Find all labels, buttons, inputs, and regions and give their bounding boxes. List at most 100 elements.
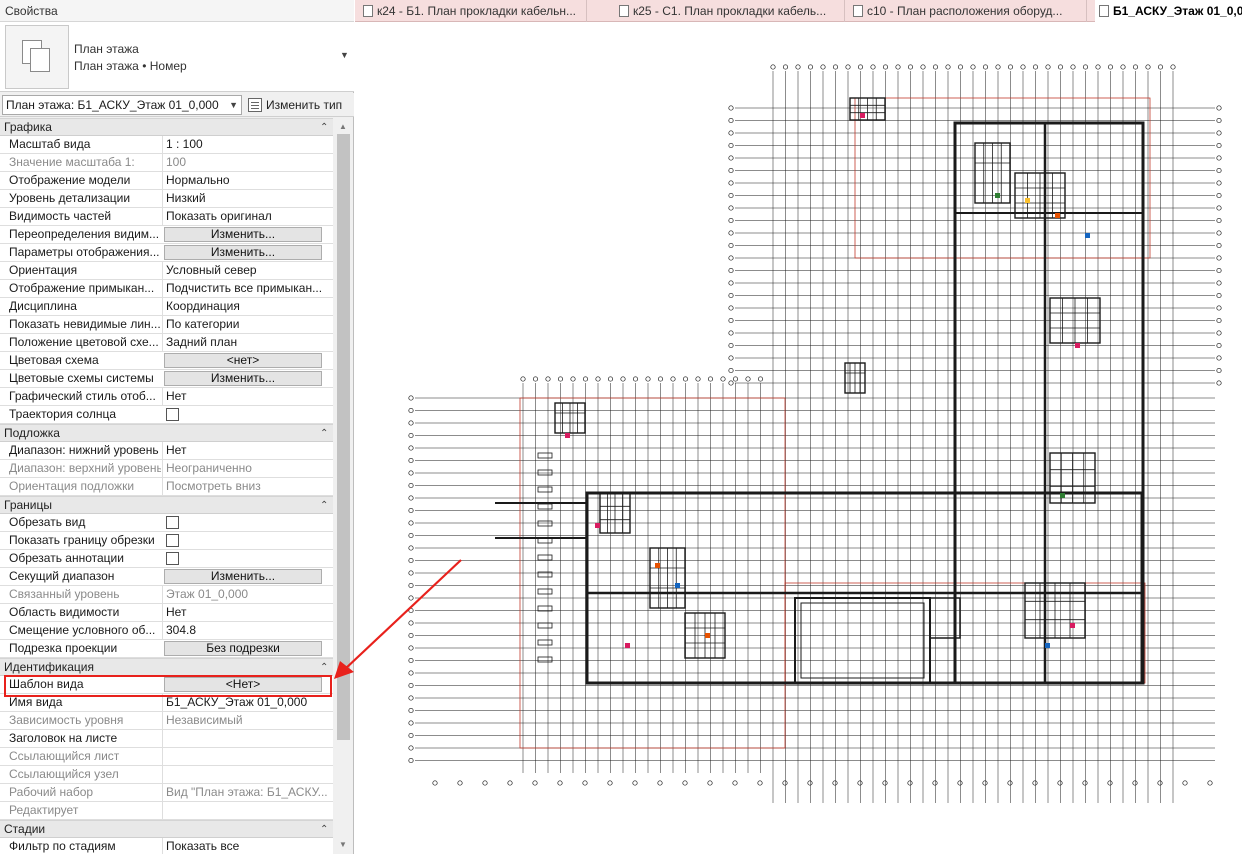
collapse-chevron-icon[interactable]: ⌃ (320, 425, 328, 442)
row-underlay-bottom[interactable]: Диапазон: нижний уровень Нет (0, 442, 333, 460)
prop-value[interactable]: По категории (162, 316, 333, 333)
prop-value[interactable]: Показать оригинал (162, 208, 333, 225)
row-title-on-sheet[interactable]: Заголовок на листе (0, 730, 333, 748)
prop-value[interactable]: 304.8 (162, 622, 333, 639)
row-edited-by: Редактирует (0, 802, 333, 820)
prop-label: Фильтр по стадиям (9, 839, 116, 853)
row-crop-region-visible: Показать границу обрезки (0, 532, 333, 550)
edit-system-color-schemes-button[interactable]: Изменить... (164, 371, 322, 386)
prop-label: Ссылающийся лист (9, 749, 120, 763)
floor-plan-drawing[interactable] (355, 23, 1242, 854)
prop-value: Вид "План этажа: Б1_АСКУ... (162, 784, 333, 801)
row-orientation[interactable]: Ориентация Условный север (0, 262, 333, 280)
scroll-up-icon[interactable]: ▲ (339, 122, 347, 131)
prop-value[interactable]: Показать все (162, 838, 333, 854)
prop-value[interactable]: 1 : 100 (162, 136, 333, 153)
row-scope-box[interactable]: Область видимости Нет (0, 604, 333, 622)
annotation-crop-checkbox[interactable] (166, 552, 179, 565)
collapse-chevron-icon[interactable]: ⌃ (320, 119, 328, 136)
row-scale[interactable]: Масштаб вида 1 : 100 (0, 136, 333, 154)
row-annotation-crop: Обрезать аннотации (0, 550, 333, 568)
tab-c10[interactable]: с10 - План расположения оборуд... (849, 0, 1087, 22)
prop-label: Цветовые схемы системы (9, 371, 154, 385)
color-scheme-button[interactable]: <нет> (164, 353, 322, 368)
crop-view-checkbox[interactable] (166, 516, 179, 529)
group-phasing[interactable]: Стадии ⌃ (0, 820, 333, 838)
row-graphic-style[interactable]: Графический стиль отоб... Нет (0, 388, 333, 406)
floor-plan-icon (1099, 5, 1109, 17)
row-sun-path: Траектория солнца (0, 406, 333, 424)
prop-value: Независимый (162, 712, 333, 729)
properties-panel: Свойства План этажа План этажа • Номер ▼… (0, 0, 354, 854)
edit-view-range-button[interactable]: Изменить... (164, 569, 322, 584)
prop-value[interactable]: Нет (162, 442, 333, 459)
row-system-color-schemes: Цветовые схемы системы Изменить... (0, 370, 333, 388)
prop-value[interactable]: Низкий (162, 190, 333, 207)
prop-label: Связанный уровень (9, 587, 120, 601)
crop-region-visible-checkbox[interactable] (166, 534, 179, 547)
scroll-down-icon[interactable]: ▼ (339, 840, 347, 849)
row-wall-join[interactable]: Отображение примыкан... Подчистить все пр… (0, 280, 333, 298)
prop-label: Редактирует (9, 803, 79, 817)
edit-visibility-button[interactable]: Изменить... (164, 227, 322, 242)
prop-value[interactable]: Условный север (162, 262, 333, 279)
tab-label: Б1_АСКУ_Этаж 01_0,000 (1113, 4, 1242, 18)
row-hidden-lines[interactable]: Показать невидимые лин... По категории (0, 316, 333, 334)
floor-plan-icon (5, 25, 69, 89)
prop-label: Дисциплина (9, 299, 77, 313)
type-selector[interactable]: План этажа План этажа • Номер ▼ (0, 22, 354, 92)
row-referencing-sheet: Ссылающийся лист (0, 748, 333, 766)
row-color-scheme-location[interactable]: Положение цветовой схе... Задний план (0, 334, 333, 352)
row-discipline[interactable]: Дисциплина Координация (0, 298, 333, 316)
panel-title: Свойства (0, 0, 354, 22)
row-detail-level[interactable]: Уровень детализации Низкий (0, 190, 333, 208)
collapse-chevron-icon[interactable]: ⌃ (320, 659, 328, 676)
row-display-options: Параметры отображения... Изменить... (0, 244, 333, 262)
drawing-canvas[interactable] (355, 23, 1242, 854)
prop-value[interactable]: Нет (162, 604, 333, 621)
prop-value[interactable]: Подчистить все примыкан... (162, 280, 333, 297)
prop-label: Отображение примыкан... (9, 281, 155, 295)
group-graphics[interactable]: Графика ⌃ (0, 118, 333, 136)
tab-k25[interactable]: к25 - С1. План прокладки кабель... (615, 0, 845, 22)
dropdown-arrow-icon[interactable]: ▼ (340, 50, 349, 60)
instance-filter-value: План этажа: Б1_АСКУ_Этаж 01_0,000 (6, 98, 219, 112)
row-color-scheme: Цветовая схема <нет> (0, 352, 333, 370)
edit-display-options-button[interactable]: Изменить... (164, 245, 322, 260)
depth-clipping-button[interactable]: Без подрезки (164, 641, 322, 656)
prop-value[interactable]: Нормально (162, 172, 333, 189)
prop-label: Область видимости (9, 605, 120, 619)
group-underlay[interactable]: Подложка ⌃ (0, 424, 333, 442)
prop-value[interactable]: Нет (162, 388, 333, 405)
properties-scrollbar[interactable]: ▲ ▼ (334, 118, 353, 854)
sun-path-checkbox[interactable] (166, 408, 179, 421)
group-label: Границы (4, 498, 52, 512)
prop-label: Заголовок на листе (9, 731, 118, 745)
sheet-icon (619, 5, 629, 17)
instance-filter-select[interactable]: План этажа: Б1_АСКУ_Этаж 01_0,000 ▼ (2, 95, 242, 115)
row-associated-level: Связанный уровень Этаж 01_0,000 (0, 586, 333, 604)
prop-label: Показать границу обрезки (9, 533, 155, 547)
scroll-thumb[interactable] (337, 134, 350, 740)
row-parts-visibility[interactable]: Видимость частей Показать оригинал (0, 208, 333, 226)
prop-label: Положение цветовой схе... (9, 335, 159, 349)
sheet-icon (853, 5, 863, 17)
tab-active-view[interactable]: Б1_АСКУ_Этаж 01_0,000 (1095, 0, 1242, 22)
prop-value: Этаж 01_0,000 (162, 586, 333, 603)
prop-value[interactable]: Задний план (162, 334, 333, 351)
row-dependency: Зависимость уровня Независимый (0, 712, 333, 730)
collapse-chevron-icon[interactable]: ⌃ (320, 497, 328, 514)
prop-value: Посмотреть вниз (162, 478, 333, 495)
row-north-offset[interactable]: Смещение условного об... 304.8 (0, 622, 333, 640)
collapse-chevron-icon[interactable]: ⌃ (320, 821, 328, 838)
row-model-display[interactable]: Отображение модели Нормально (0, 172, 333, 190)
group-identity[interactable]: Идентификация ⌃ (0, 658, 333, 676)
prop-label: Видимость частей (9, 209, 112, 223)
tab-k24[interactable]: к24 - Б1. План прокладки кабельн... (359, 0, 587, 22)
edit-type-button[interactable]: Изменить тип (246, 95, 342, 115)
group-extents[interactable]: Границы ⌃ (0, 496, 333, 514)
prop-value[interactable]: Координация (162, 298, 333, 315)
row-phase-filter[interactable]: Фильтр по стадиям Показать все (0, 838, 333, 854)
chevron-down-icon: ▼ (229, 100, 238, 110)
prop-value[interactable] (162, 730, 333, 747)
